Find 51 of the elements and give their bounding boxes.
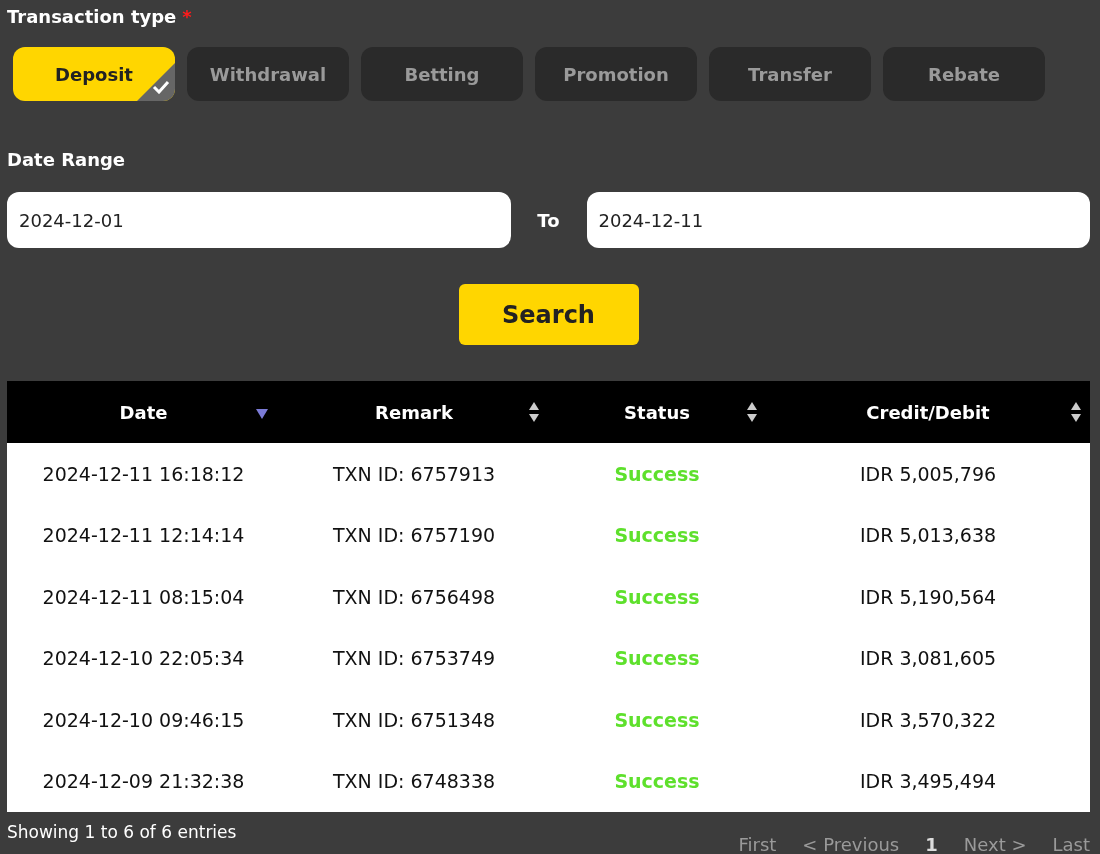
table-cell: 2024-12-11 16:18:12 [7, 443, 280, 505]
transaction-type-option[interactable]: Deposit [13, 47, 175, 101]
table-cell: TXN ID: 6757913 [280, 443, 548, 505]
table-cell: TXN ID: 6757190 [280, 504, 548, 566]
table-cell: TXN ID: 6748338 [280, 750, 548, 812]
transaction-type-option[interactable]: Promotion [535, 47, 697, 101]
range-separator: To [536, 209, 561, 231]
status-cell: Success [548, 750, 766, 812]
pagination-link[interactable]: < Previous [802, 834, 900, 854]
transaction-type-option[interactable]: Withdrawal [187, 47, 349, 101]
status-cell: Success [548, 504, 766, 566]
table-cell: IDR 5,013,638 [766, 504, 1090, 566]
sort-icon[interactable] [746, 401, 758, 423]
entries-summary: Showing 1 to 6 of 6 entries [7, 822, 237, 842]
field-label: Date Range [7, 149, 126, 170]
status-cell: Success [548, 566, 766, 628]
sort-descending-icon[interactable] [256, 409, 268, 419]
transaction-type-option[interactable]: Betting [361, 47, 523, 101]
table-cell: 2024-12-11 08:15:04 [7, 566, 280, 628]
required-mark: * [182, 6, 192, 27]
table-cell: 2024-12-10 22:05:34 [7, 627, 280, 689]
column-header[interactable]: Credit/Debit [766, 381, 1090, 443]
sort-icon[interactable] [528, 401, 540, 423]
table-cell: IDR 3,081,605 [766, 627, 1090, 689]
status-cell: Success [548, 443, 766, 505]
column-header[interactable]: Status [548, 381, 766, 443]
table-cell: 2024-12-10 09:46:15 [7, 689, 280, 751]
search-button[interactable]: Search [458, 284, 639, 345]
pagination-link[interactable]: First [738, 834, 777, 854]
table-cell: 2024-12-09 21:32:38 [7, 750, 280, 812]
column-header[interactable]: Date [7, 381, 280, 443]
field-label: Transaction type [7, 6, 177, 27]
table-cell: IDR 5,005,796 [766, 443, 1090, 505]
sort-icon[interactable] [1070, 401, 1082, 423]
pagination-link[interactable]: Last [1052, 834, 1090, 854]
status-cell: Success [548, 627, 766, 689]
column-header[interactable]: Remark [280, 381, 548, 443]
status-cell: Success [548, 689, 766, 751]
table-cell: TXN ID: 6753749 [280, 627, 548, 689]
date-to-field[interactable]: 2024-12-11 [586, 192, 1090, 248]
table-cell: IDR 5,190,564 [766, 566, 1090, 628]
date-from-field[interactable]: 2024-12-01 [7, 192, 511, 248]
transaction-type-option[interactable]: Transfer [709, 47, 871, 101]
transaction-type-option[interactable]: Rebate [883, 47, 1045, 101]
table-cell: IDR 3,570,322 [766, 689, 1090, 751]
table-cell: 2024-12-11 12:14:14 [7, 504, 280, 566]
table-cell: TXN ID: 6751348 [280, 689, 548, 751]
table-cell: TXN ID: 6756498 [280, 566, 548, 628]
pagination-link[interactable]: 1 [925, 834, 938, 854]
pagination-link[interactable]: Next > [963, 834, 1027, 854]
table-cell: IDR 3,495,494 [766, 750, 1090, 812]
